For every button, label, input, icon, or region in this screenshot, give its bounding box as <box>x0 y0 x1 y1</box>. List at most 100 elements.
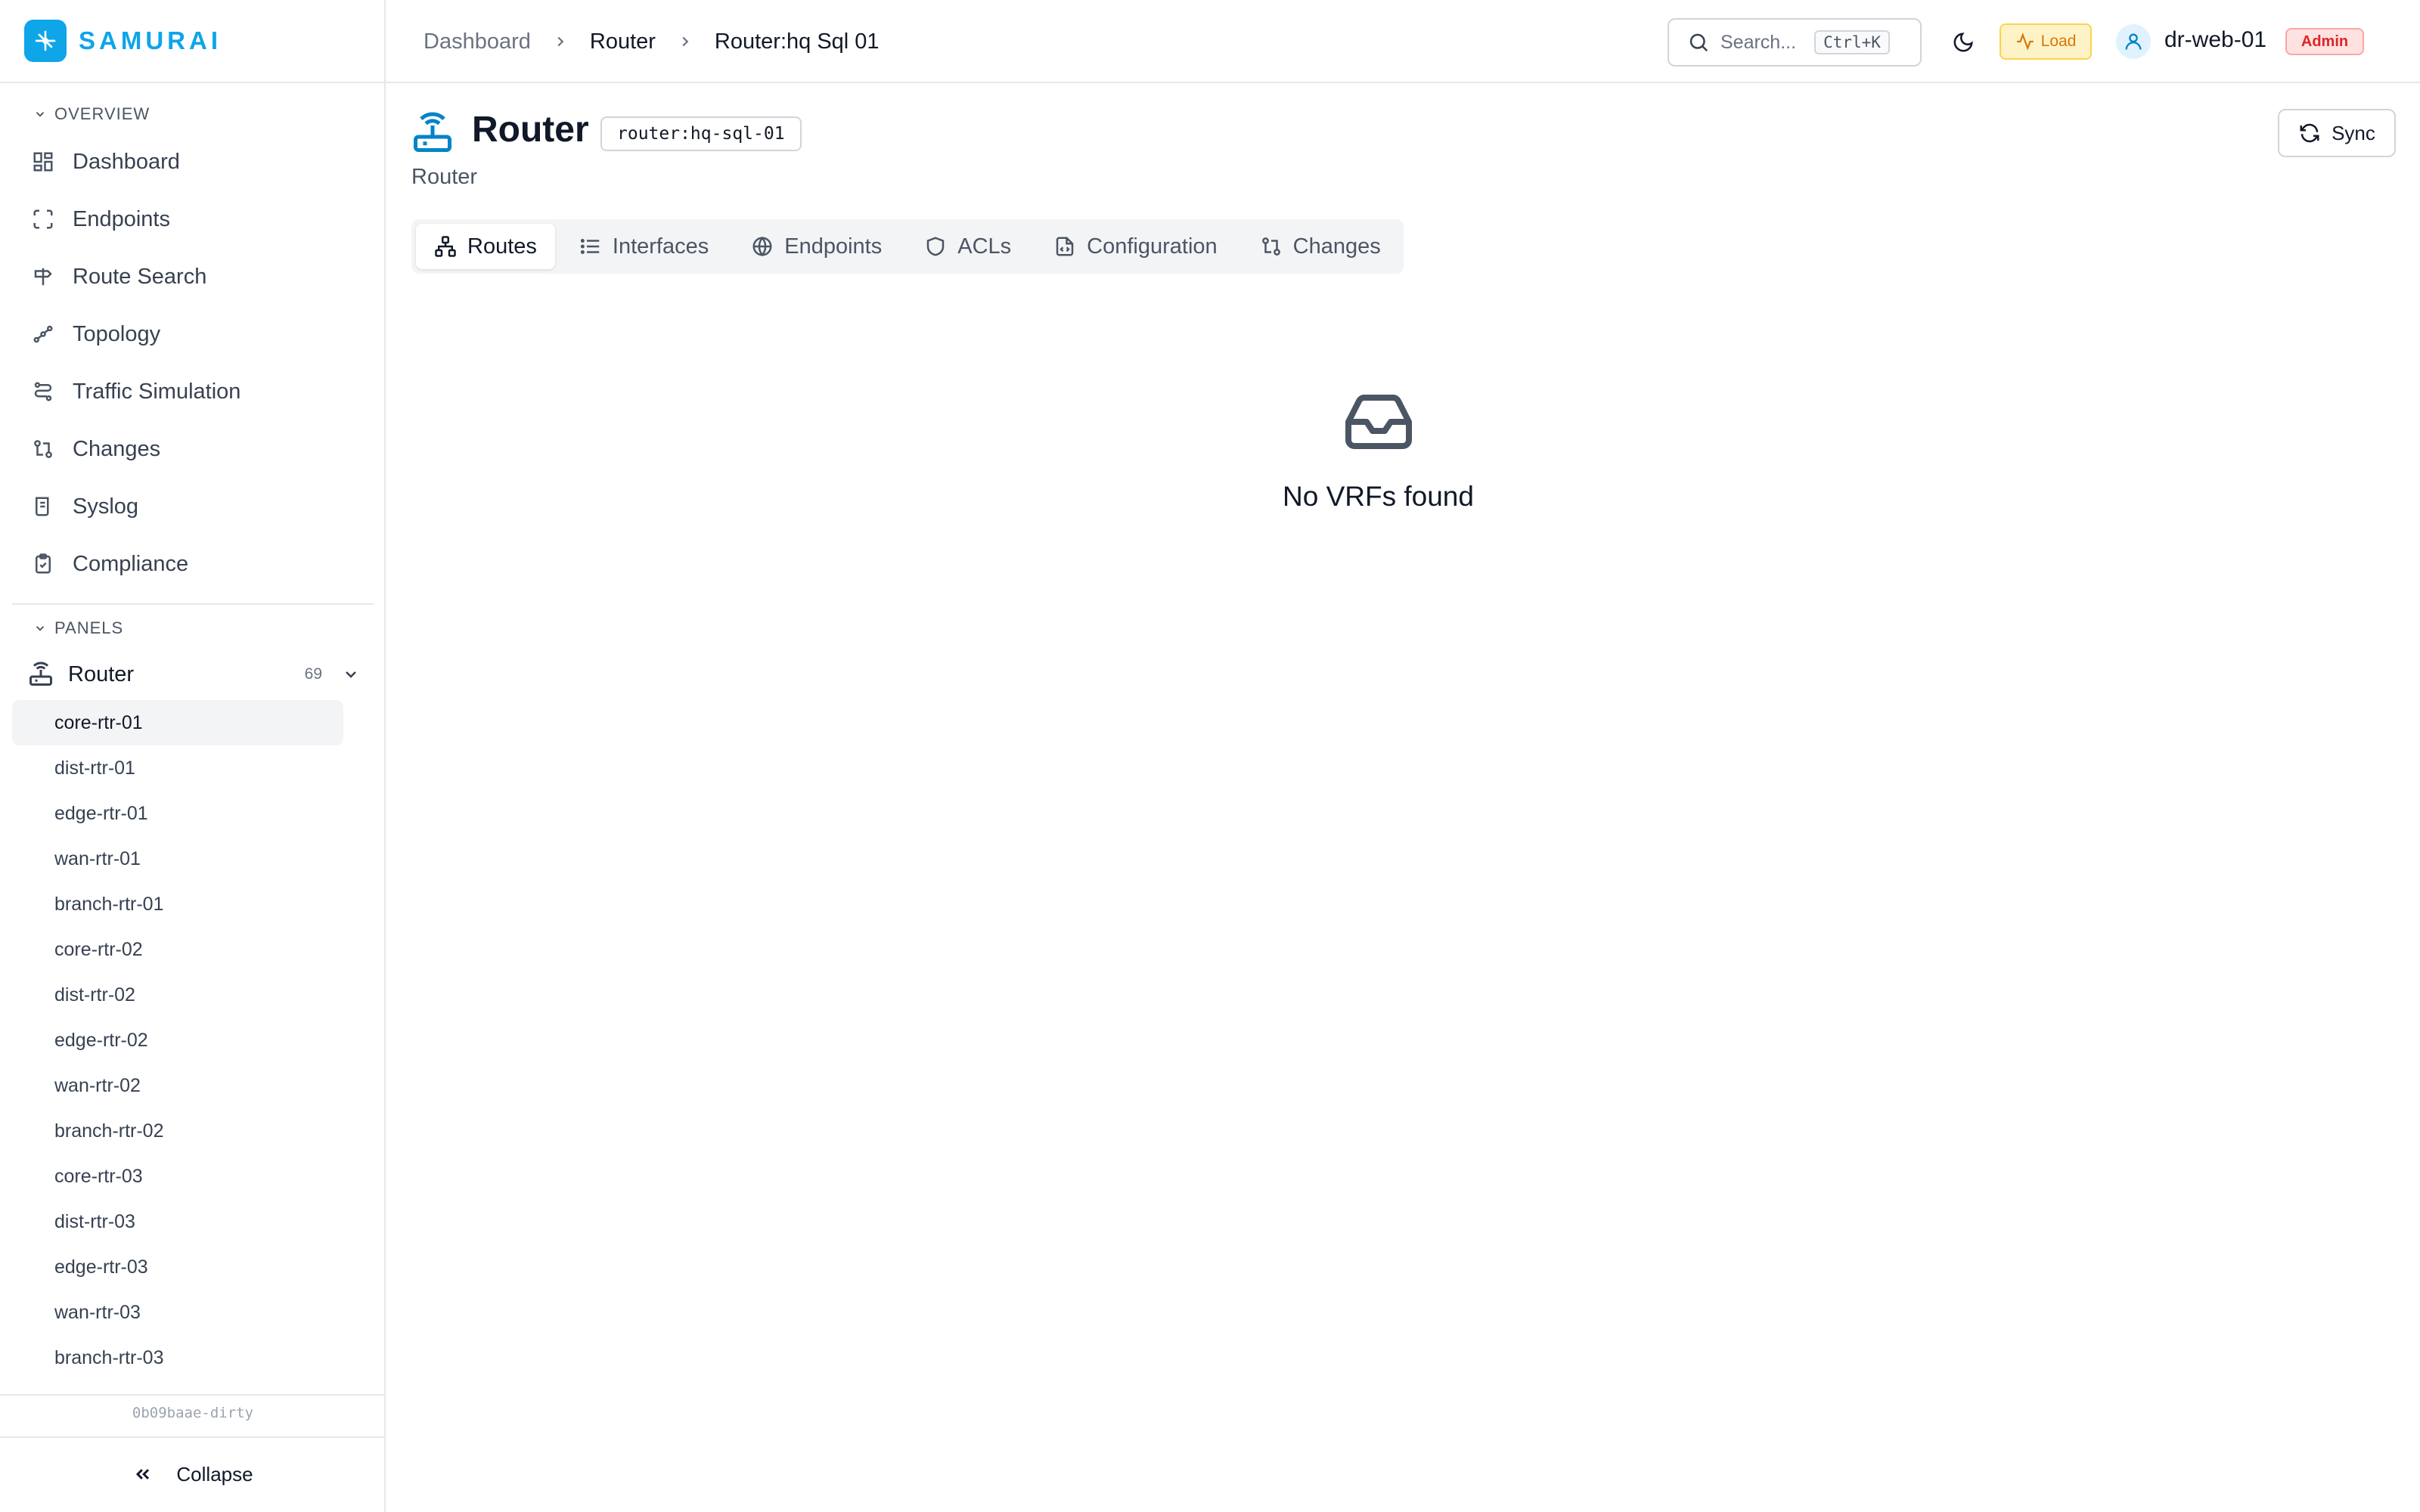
clipboard-check-icon <box>30 551 56 577</box>
tab-interfaces[interactable]: Interfaces <box>561 224 727 269</box>
panel-router-toggle[interactable]: Router 69 <box>27 652 360 697</box>
tab-configuration[interactable]: Configuration <box>1035 224 1236 269</box>
globe-icon <box>752 236 772 257</box>
brand-name: SAMURAI <box>79 26 222 54</box>
nav-item-traffic-simulation[interactable]: Traffic Simulation <box>30 369 240 414</box>
router-list-item[interactable]: edge-rtr-01 <box>12 791 343 836</box>
breadcrumb: Dashboard Router Router:hq Sql 01 <box>424 0 880 83</box>
router-list-item[interactable]: wan-rtr-01 <box>12 836 343 881</box>
nav-item-endpoints[interactable]: Endpoints <box>30 197 170 242</box>
chevron-right-icon <box>552 33 569 50</box>
list-icon <box>580 239 600 254</box>
page-title: Router <box>472 110 589 150</box>
overview-section-label: OVERVIEW <box>54 104 150 123</box>
router-id-badge: router:hq-sql-01 <box>600 116 802 151</box>
nav-item-compliance[interactable]: Compliance <box>30 541 188 587</box>
nav-item-label: Topology <box>73 321 161 346</box>
search-icon <box>1689 33 1708 52</box>
sync-button[interactable]: Sync <box>2278 109 2396 157</box>
nav-item-topology[interactable]: Topology <box>30 311 160 357</box>
signpost-icon <box>30 264 56 290</box>
tab-label: Endpoints <box>784 234 883 259</box>
theme-toggle-button[interactable] <box>1948 27 1978 57</box>
nav-item-route-search[interactable]: Route Search <box>30 254 206 299</box>
nav-item-syslog[interactable]: Syslog <box>30 484 138 529</box>
breadcrumb-router[interactable]: Router <box>590 29 656 54</box>
router-icon <box>410 110 455 160</box>
panels-section-label: PANELS <box>54 618 124 637</box>
shield-icon <box>926 237 945 256</box>
role-badge: Admin <box>2285 28 2364 55</box>
router-list-item[interactable]: branch-rtr-03 <box>12 1335 343 1380</box>
file-code-icon <box>1056 237 1074 256</box>
overview-section-toggle[interactable]: OVERVIEW <box>33 104 150 124</box>
scroll-icon <box>30 494 56 519</box>
git-compare-icon <box>1261 237 1280 256</box>
tab-label: ACLs <box>957 234 1012 259</box>
git-compare-icon <box>30 436 56 462</box>
version-label: 0b09baae-dirty <box>132 1405 254 1421</box>
router-list-item[interactable]: core-rtr-02 <box>12 927 343 972</box>
search-input[interactable]: Search... Ctrl+K <box>1668 18 1922 67</box>
nav-item-dashboard[interactable]: Dashboard <box>30 139 180 184</box>
nav-item-label: Compliance <box>73 551 189 576</box>
dashboard-icon <box>30 149 56 175</box>
brand-logo-icon <box>24 20 67 62</box>
nav-item-label: Syslog <box>73 494 139 519</box>
nav-item-label: Changes <box>73 436 161 461</box>
router-list-item[interactable]: dist-rtr-03 <box>12 1199 343 1244</box>
user-icon <box>2125 33 2142 50</box>
chevron-right-icon <box>677 33 693 50</box>
tab-acls[interactable]: ACLs <box>906 224 1029 269</box>
collapse-label: Collapse <box>176 1462 253 1486</box>
router-list-item[interactable]: core-rtr-01 <box>12 700 343 745</box>
tab-endpoints[interactable]: Endpoints <box>733 224 900 269</box>
nav-item-changes[interactable]: Changes <box>30 426 160 472</box>
router-list-item[interactable]: branch-rtr-02 <box>12 1108 343 1154</box>
tab-changes[interactable]: Changes <box>1242 224 1399 269</box>
router-list-item[interactable]: dist-rtr-01 <box>12 745 343 791</box>
collapse-sidebar-button[interactable]: Collapse <box>0 1452 386 1497</box>
activity-icon <box>2016 33 2034 51</box>
tab-label: Changes <box>1292 234 1381 259</box>
load-badge[interactable]: Load <box>2000 23 2092 60</box>
search-placeholder: Search... <box>1720 31 1797 53</box>
router-icon <box>27 660 56 689</box>
router-list-item[interactable]: branch-rtr-01 <box>12 881 343 927</box>
user-name[interactable]: dr-web-01 <box>2164 27 2266 53</box>
tab-bar: Routes Interfaces Endpoints ACLs Configu… <box>411 219 1404 274</box>
router-list-item[interactable]: wan-rtr-02 <box>12 1063 343 1108</box>
tab-label: Interfaces <box>612 234 709 259</box>
network-icon <box>435 236 456 257</box>
sync-label: Sync <box>2332 121 2375 144</box>
nav-item-label: Dashboard <box>73 149 180 174</box>
empty-state: No VRFs found <box>386 386 2371 513</box>
traffic-icon <box>30 379 56 404</box>
load-label: Load <box>2040 33 2077 50</box>
inbox-icon <box>386 386 2371 458</box>
tab-label: Configuration <box>1087 234 1218 259</box>
moon-icon <box>1953 33 1973 52</box>
empty-message: No VRFs found <box>1283 481 1474 512</box>
endpoints-icon <box>30 206 56 232</box>
breadcrumb-dashboard[interactable]: Dashboard <box>424 29 531 54</box>
panel-router-label: Router <box>68 662 135 686</box>
tab-routes[interactable]: Routes <box>416 224 555 269</box>
chevrons-left-icon <box>136 1469 150 1479</box>
router-list-item[interactable]: core-rtr-03 <box>12 1154 343 1199</box>
search-shortcut: Ctrl+K <box>1814 30 1890 54</box>
router-list-item[interactable]: edge-rtr-03 <box>12 1244 343 1290</box>
user-avatar[interactable] <box>2116 24 2151 59</box>
router-list-item[interactable]: wan-rtr-03 <box>12 1290 343 1335</box>
sidebar-footer-divider <box>0 1394 386 1396</box>
panels-section-toggle[interactable]: PANELS <box>33 618 123 638</box>
sidebar-footer-divider <box>0 1436 386 1438</box>
sidebar-divider <box>12 603 374 605</box>
brand[interactable]: SAMURAI <box>0 0 384 83</box>
router-list-item[interactable]: dist-rtr-02 <box>12 972 343 1018</box>
breadcrumb-current: Router:hq Sql 01 <box>714 29 880 54</box>
page-subtitle: Router <box>411 165 478 189</box>
refresh-icon <box>2300 123 2319 143</box>
tab-label: Routes <box>467 234 537 259</box>
router-list-item[interactable]: edge-rtr-02 <box>12 1018 343 1063</box>
